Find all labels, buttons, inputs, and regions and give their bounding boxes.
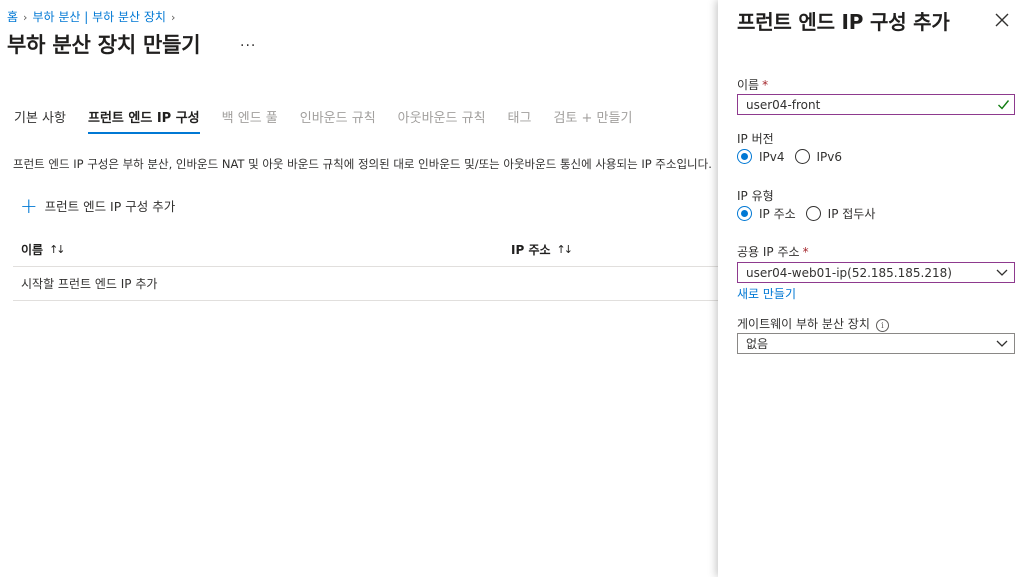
public-ip-dropdown[interactable]: user04-web01-ip(52.185.185.218) bbox=[737, 262, 1015, 283]
column-header-ip-address[interactable]: IP 주소 ↑↓ bbox=[511, 241, 574, 258]
radio-ipv6[interactable]: IPv6 bbox=[794, 149, 842, 164]
radio-unselected-icon bbox=[805, 206, 821, 221]
ip-version-label: IP 버전 bbox=[737, 132, 774, 146]
gateway-lb-label: 게이트웨이 부하 분산 장치 i bbox=[737, 315, 889, 332]
main-content: 홈 › 부하 분산 | 부하 분산 장치 › 부하 분산 장치 만들기 ... 기본 … bbox=[0, 0, 718, 577]
table-header: 이름 ↑↓ IP 주소 ↑↓ bbox=[13, 232, 718, 267]
section-description: 프런트 엔드 IP 구성은 부하 분산, 인바운드 NAT 및 아웃 바운드 규… bbox=[13, 157, 712, 171]
ip-type-radio-group: IP 주소 IP 접두사 bbox=[737, 205, 885, 222]
tab-frontend-ip[interactable]: 프런트 엔드 IP 구성 bbox=[87, 107, 200, 134]
radio-ip-address[interactable]: IP 주소 bbox=[737, 205, 796, 222]
chevron-right-icon: › bbox=[170, 11, 176, 24]
sort-icon: ↑↓ bbox=[556, 242, 574, 256]
add-frontend-ip-panel: 프런트 엔드 IP 구성 추가 이름 * user04-front IP 버전 I… bbox=[718, 0, 1024, 577]
column-header-name[interactable]: 이름 ↑↓ bbox=[13, 241, 511, 258]
name-label: 이름 * bbox=[737, 78, 769, 92]
info-icon[interactable]: i bbox=[875, 319, 889, 332]
add-frontend-ip-label: 프런트 엔드 IP 구성 추가 bbox=[44, 199, 176, 214]
public-ip-label: 공용 IP 주소 * bbox=[737, 245, 809, 259]
required-marker: * bbox=[802, 245, 809, 259]
chevron-down-icon bbox=[996, 269, 1008, 276]
tab-inbound-rules[interactable]: 인바운드 규칙 bbox=[300, 107, 376, 134]
tab-backend-pools[interactable]: 백 엔드 풀 bbox=[222, 107, 278, 134]
ip-type-label: IP 유형 bbox=[737, 189, 774, 203]
name-input[interactable]: user04-front bbox=[737, 94, 1015, 115]
tab-bar: 기본 사항 프런트 엔드 IP 구성 백 엔드 풀 인바운드 규칙 아웃바운드 … bbox=[14, 107, 654, 134]
chevron-down-icon bbox=[996, 340, 1008, 347]
breadcrumb-load-balancing[interactable]: 부하 분산 | 부하 분산 장치 bbox=[32, 10, 166, 24]
chevron-right-icon: › bbox=[23, 11, 28, 24]
radio-ipv4[interactable]: IPv4 bbox=[737, 149, 785, 164]
page-title: 부하 분산 장치 만들기 bbox=[7, 33, 201, 57]
required-marker: * bbox=[762, 78, 769, 92]
add-frontend-ip-button[interactable]: + 프런트 엔드 IP 구성 추가 bbox=[20, 193, 176, 218]
more-options-button[interactable]: ... bbox=[240, 34, 256, 50]
radio-selected-icon bbox=[737, 149, 752, 164]
ip-version-radio-group: IPv4 IPv6 bbox=[737, 149, 852, 164]
panel-title: 프런트 엔드 IP 구성 추가 bbox=[737, 10, 950, 34]
radio-selected-icon bbox=[737, 206, 752, 221]
tab-tags[interactable]: 태그 bbox=[508, 107, 532, 134]
breadcrumb: 홈 › 부하 분산 | 부하 분산 장치 › bbox=[7, 8, 180, 25]
check-icon bbox=[998, 100, 1010, 110]
radio-unselected-icon bbox=[794, 149, 810, 164]
create-new-public-ip-link[interactable]: 새로 만들기 bbox=[737, 285, 796, 302]
frontend-ip-table: 이름 ↑↓ IP 주소 ↑↓ 시작할 프런트 엔드 IP 추가 bbox=[13, 232, 718, 301]
tab-outbound-rules[interactable]: 아웃바운드 규칙 bbox=[398, 107, 486, 134]
tab-review-create[interactable]: 검토 + 만들기 bbox=[553, 107, 632, 134]
table-row: 시작할 프런트 엔드 IP 추가 bbox=[13, 267, 718, 301]
close-icon[interactable] bbox=[994, 12, 1010, 28]
gateway-lb-dropdown[interactable]: 없음 bbox=[737, 333, 1015, 354]
radio-ip-prefix[interactable]: IP 접두사 bbox=[805, 205, 875, 222]
sort-icon: ↑↓ bbox=[49, 242, 66, 256]
tab-basics[interactable]: 기본 사항 bbox=[14, 107, 66, 134]
breadcrumb-home[interactable]: 홈 bbox=[7, 10, 18, 24]
plus-icon: + bbox=[20, 193, 38, 218]
